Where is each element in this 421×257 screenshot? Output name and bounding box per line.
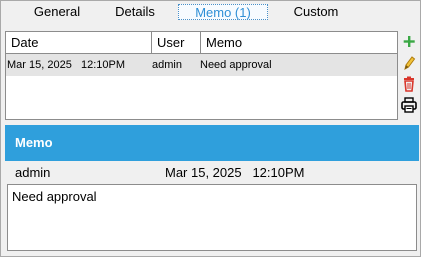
row-user-cell: admin bbox=[152, 59, 182, 71]
edit-memo-button[interactable] bbox=[399, 54, 419, 72]
column-header-memo[interactable]: Memo bbox=[201, 32, 397, 53]
memo-grid: Date User Memo Mar 15, 2025 12:10PM admi… bbox=[5, 31, 398, 120]
delete-trash-icon bbox=[404, 76, 414, 92]
memo-detail-header: Memo bbox=[5, 125, 419, 161]
add-icon bbox=[403, 36, 415, 47]
delete-memo-button[interactable] bbox=[399, 75, 419, 93]
tab-custom[interactable]: Custom bbox=[286, 4, 346, 19]
tab-general[interactable]: General bbox=[25, 4, 89, 19]
tab-memo[interactable]: Memo (1) bbox=[178, 4, 268, 20]
edit-pencil-icon bbox=[404, 56, 416, 71]
memo-detail-title: Memo bbox=[15, 135, 53, 150]
grid-header: Date User Memo bbox=[6, 32, 397, 54]
column-header-date[interactable]: Date bbox=[6, 32, 152, 53]
row-memo-cell: Need approval bbox=[200, 59, 272, 71]
memo-timestamp: Mar 15, 2025 12:10PM bbox=[165, 165, 305, 180]
add-memo-button[interactable] bbox=[399, 33, 419, 51]
print-icon bbox=[401, 97, 417, 113]
table-row[interactable]: Mar 15, 2025 12:10PM admin Need approval bbox=[6, 54, 397, 76]
row-date-cell: Mar 15, 2025 12:10PM bbox=[7, 59, 126, 71]
column-header-user[interactable]: User bbox=[152, 32, 201, 53]
tab-details[interactable]: Details bbox=[109, 4, 161, 19]
memo-detail-info: admin Mar 15, 2025 12:10PM bbox=[5, 161, 419, 183]
print-memo-button[interactable] bbox=[399, 96, 419, 114]
memo-author: admin bbox=[15, 165, 51, 180]
memo-text-area[interactable]: Need approval bbox=[7, 184, 417, 251]
tab-bar: General Details Memo (1) Custom bbox=[1, 1, 420, 22]
